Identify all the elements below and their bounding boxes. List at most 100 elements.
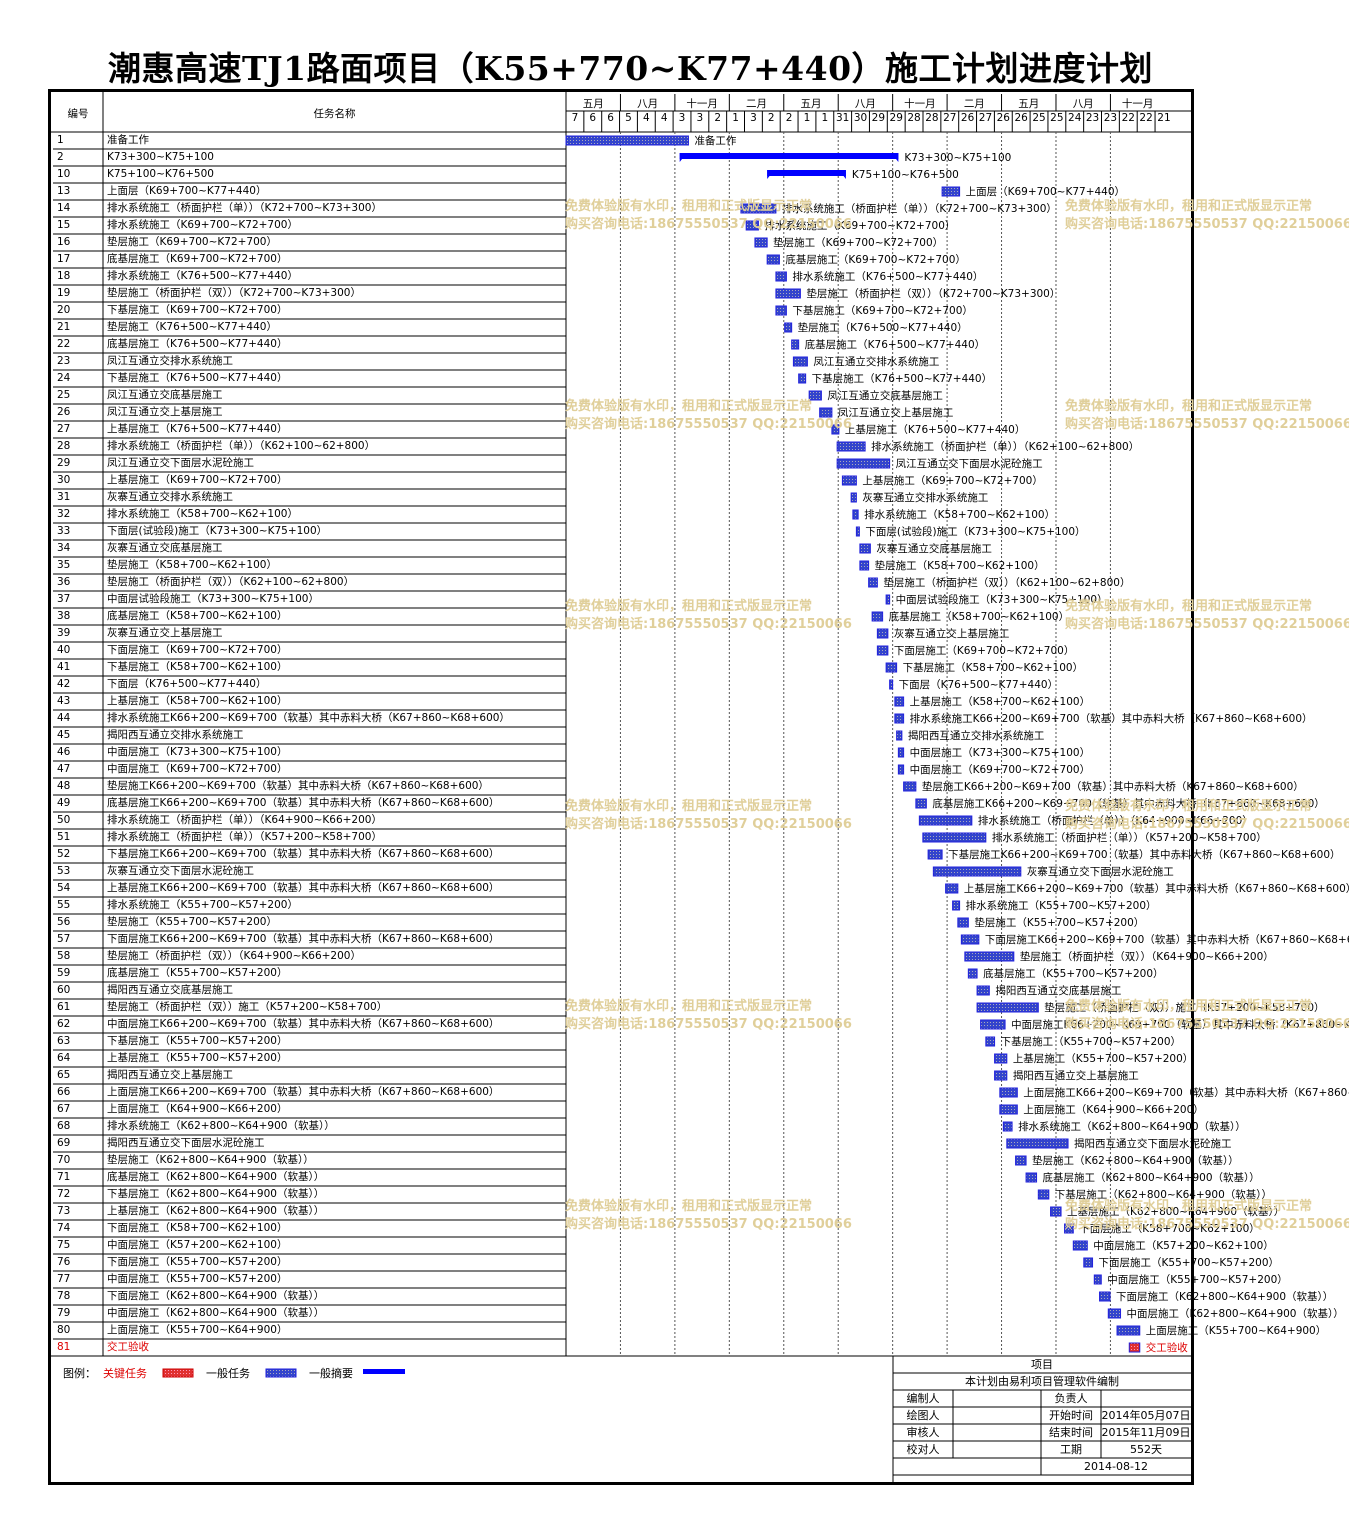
task-id: 71 xyxy=(57,1171,71,1183)
bar-label: 垫层施工K66+200~K69+700（软基）其中赤料大桥（K67+860~K6… xyxy=(921,781,1304,793)
bar-label: 中面层施工（K62+800~K64+900（软基）） xyxy=(1126,1308,1344,1320)
bar-label: 垫层施工（K55+700~K57+200） xyxy=(974,917,1145,929)
task-id: 59 xyxy=(57,967,71,979)
task-id: 36 xyxy=(57,576,71,588)
timeline-day: 3 xyxy=(750,112,757,124)
task-id: 58 xyxy=(57,950,71,962)
task-id: 72 xyxy=(57,1188,71,1200)
task-bar xyxy=(894,713,905,724)
task-name: 中面层施工（K57+200~K62+100） xyxy=(107,1239,288,1251)
task-name: 凤江互通立交下面层水泥砼施工 xyxy=(107,457,254,469)
info-cell-value: 2015年11月09日 xyxy=(1101,1426,1191,1439)
task-name: 揭阳西互通立交底基层施工 xyxy=(107,984,233,996)
task-bar xyxy=(1116,1325,1141,1336)
task-id: 2 xyxy=(57,151,64,163)
timeline-day: 23 xyxy=(1085,112,1100,124)
timeline-day: 25 xyxy=(1032,112,1046,124)
bar-label: 垫层施工（K58+700~K62+100） xyxy=(874,560,1045,572)
task-bar xyxy=(967,968,978,979)
info-cell-label: 开始时间 xyxy=(1049,1409,1093,1422)
bar-label: 下基层施工（K76+500~K77+440） xyxy=(811,373,993,385)
bar-label: 下面层施工（K55+700~K57+200） xyxy=(1098,1257,1279,1269)
task-name: 下面层施工（K58+700~K62+100） xyxy=(107,1222,288,1234)
timeline-day: 7 xyxy=(571,112,579,124)
task-bar xyxy=(841,475,857,486)
task-bar xyxy=(952,900,961,911)
task-name: 垫层施工（桥面护栏（双））（K64+900~K66+200） xyxy=(107,950,361,962)
task-name: 排水系统施工（桥面护栏（单））（K62+100~62+800） xyxy=(107,440,376,452)
task-name: 上面层（K69+700~K77+440） xyxy=(107,185,267,197)
bar-label: 底基层施工（K55+700~K57+200） xyxy=(983,968,1164,980)
task-id: 20 xyxy=(57,304,71,316)
bar-label: 中面层试验段施工（K73+300~K75+100） xyxy=(895,594,1108,606)
task-name: 中面层施工（K55+700~K57+200） xyxy=(107,1273,288,1285)
task-id: 75 xyxy=(57,1239,71,1251)
task-name: 底基层施工（K69+700~K72+700） xyxy=(107,253,288,265)
header-name: 任务名称 xyxy=(313,108,356,120)
task-bar xyxy=(999,1087,1018,1098)
task-name: 下基层施工K66+200~K69+700（软基）其中赤料大桥（K67+860~K… xyxy=(107,848,500,860)
legend-summary-label: 一般摘要 xyxy=(309,1367,353,1380)
bar-label: 上面层施工K66+200~K69+700（软基）其中赤料大桥（K67+860~K… xyxy=(1023,1087,1349,1099)
bar-label: 底基层施工（K58+700~K62+100） xyxy=(888,611,1070,623)
task-id: 41 xyxy=(57,661,71,673)
bar-label: 排水系统施工（K55+700~K57+200） xyxy=(965,900,1157,912)
task-id: 30 xyxy=(57,474,71,486)
task-name: 揭阳西互通立交排水系统施工 xyxy=(107,729,244,741)
bar-label: 底基层施工（K76+500~K77+440） xyxy=(804,339,986,351)
timeline-day: 27 xyxy=(943,112,957,124)
task-bar xyxy=(941,186,961,197)
task-bar xyxy=(852,509,859,520)
task-name: 中面层施工K66+200~K69+700（软基）其中赤料大桥（K67+860~K… xyxy=(107,1018,500,1030)
bar-label: 下面层施工（K58+700~K62+100） xyxy=(1079,1223,1260,1235)
task-id: 16 xyxy=(57,236,71,248)
task-name: 下基层施工（K58+700~K62+100） xyxy=(107,661,288,673)
info-cell-label: 编制人 xyxy=(906,1392,940,1405)
legend-critical-label: 关键任务 xyxy=(103,1367,147,1380)
bar-label: 下基层施工（K55+700~K57+200） xyxy=(1000,1036,1182,1048)
bar-label: 排水系统施工（K76+500~K77+440） xyxy=(792,271,984,283)
info-project-label: 项目 xyxy=(1031,1358,1053,1371)
task-bar xyxy=(775,288,801,299)
bar-label: 底基层施工（K69+700~K72+700） xyxy=(785,254,966,266)
task-name: 底基层施工（K58+700~K62+100） xyxy=(107,610,288,622)
task-name: 下基层施工（K55+700~K57+200） xyxy=(107,1035,288,1047)
task-bar xyxy=(792,356,808,367)
bar-label: 下基层施工K66+200~K69+700（软基）其中赤料大桥（K67+860~K… xyxy=(948,849,1341,861)
bar-label: 灰寨互通立交下面层水泥砼施工 xyxy=(1026,866,1174,878)
header-id: 编号 xyxy=(67,108,89,120)
legend-normal-label: 一般任务 xyxy=(206,1367,250,1380)
timeline-month: 十一月 xyxy=(686,98,718,110)
task-bar xyxy=(1037,1189,1050,1200)
task-id: 53 xyxy=(57,865,71,877)
task-id: 47 xyxy=(57,763,71,775)
bar-label: 上基层施工（K62+800~K64+900（软基）） xyxy=(1067,1206,1285,1218)
bar-label: 凤江互通立交排水系统施工 xyxy=(813,356,940,368)
task-bar xyxy=(876,628,889,639)
task-name: 灰寨互通立交底基层施工 xyxy=(107,542,223,554)
bar-label: 垫层施工（桥面护栏（双））（K72+700~K73+300） xyxy=(806,288,1061,300)
task-id: 33 xyxy=(57,525,71,537)
task-id: 61 xyxy=(57,1001,71,1013)
task-id: 50 xyxy=(57,814,71,826)
task-id: 22 xyxy=(57,338,71,350)
timeline-day: 6 xyxy=(589,112,597,124)
task-name: 下面层施工（K69+700~K72+700） xyxy=(107,644,288,656)
task-name: 中面层施工（K73+300~K75+100） xyxy=(107,746,288,758)
task-bar xyxy=(836,441,866,452)
task-name: 上基层施工（K55+700~K57+200） xyxy=(107,1052,288,1064)
task-name: 排水系统施工（K58+700~K62+100） xyxy=(107,508,298,520)
task-bar xyxy=(889,679,894,690)
task-bar xyxy=(922,832,987,843)
info-cell-label: 负责人 xyxy=(1054,1392,1088,1405)
bar-label: 底基层施工（K62+800~K64+900（软基）） xyxy=(1042,1172,1260,1184)
task-bar xyxy=(885,662,898,673)
timeline-month: 二月 xyxy=(963,98,985,110)
task-bar xyxy=(894,696,905,707)
task-bar xyxy=(766,254,780,265)
task-name: 排水系统施工（K76+500~K77+440） xyxy=(107,270,298,282)
bar-label: 揭阳西互通立交上基层施工 xyxy=(1012,1070,1139,1082)
timeline-month: 八月 xyxy=(637,98,659,110)
task-bar xyxy=(565,135,689,146)
task-bar xyxy=(927,849,943,860)
